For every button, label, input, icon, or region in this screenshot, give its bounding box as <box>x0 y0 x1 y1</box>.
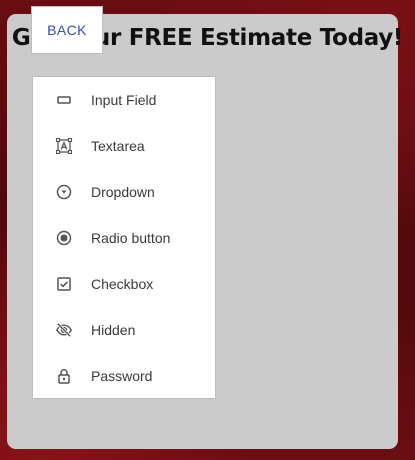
menu-item-label: Radio button <box>91 230 171 246</box>
menu-item-password[interactable]: Password <box>33 356 217 396</box>
menu-item-textarea[interactable]: Textarea <box>33 126 217 166</box>
menu-item-label: Checkbox <box>91 276 154 292</box>
dropdown-icon <box>55 183 73 201</box>
textarea-icon <box>55 137 73 155</box>
back-button[interactable]: BACK <box>31 6 103 54</box>
menu-item-hidden[interactable]: Hidden <box>33 310 217 350</box>
menu-item-input-field[interactable]: Input Field <box>33 80 217 120</box>
menu-item-label: Input Field <box>91 92 157 108</box>
menu-item-label: Password <box>91 368 153 384</box>
field-type-menu: Input Field Textarea Dropdown Radio butt… <box>32 76 216 399</box>
menu-item-dropdown[interactable]: Dropdown <box>33 172 217 212</box>
hidden-icon <box>55 321 73 339</box>
radio-button-icon <box>55 229 73 247</box>
menu-item-radio-button[interactable]: Radio button <box>33 218 217 258</box>
menu-item-checkbox[interactable]: Checkbox <box>33 264 217 304</box>
lock-icon <box>55 367 73 385</box>
checkbox-icon <box>55 275 73 293</box>
menu-item-label: Textarea <box>91 138 145 154</box>
menu-item-label: Dropdown <box>91 184 155 200</box>
input-field-icon <box>55 91 73 109</box>
menu-item-label: Hidden <box>91 322 136 338</box>
